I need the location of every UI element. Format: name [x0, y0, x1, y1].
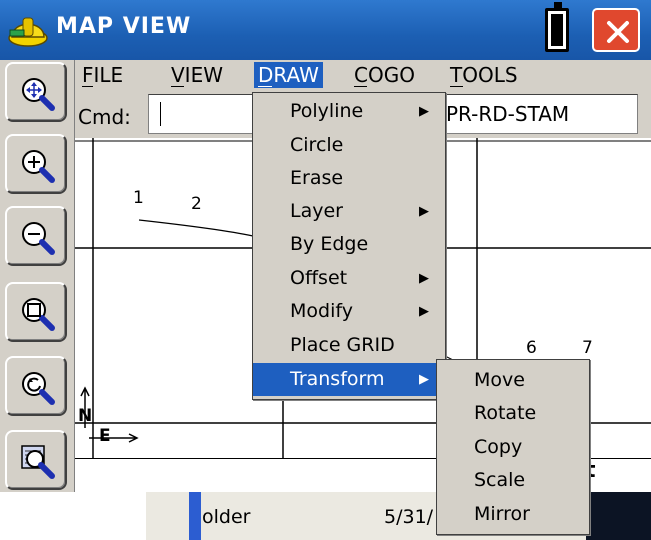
draw-menu-layer[interactable]: Layer ▶: [253, 195, 445, 228]
file-accelerator: [82, 86, 93, 87]
draw-menu-by-edge[interactable]: By Edge: [253, 228, 445, 261]
cmd-label: Cmd:: [78, 105, 131, 129]
draw-accelerator: [258, 86, 272, 87]
cmd-caret: [160, 102, 161, 126]
submenu-arrow-icon: ▶: [419, 104, 429, 119]
draw-menu-circle[interactable]: Circle: [253, 129, 445, 162]
cmd-value: PR-RD-STAM: [446, 102, 570, 126]
zoom-out-icon: [22, 222, 55, 255]
cogo-accelerator: [354, 86, 367, 87]
draw-menu-offset[interactable]: Offset ▶: [253, 262, 445, 295]
point-label: 6: [526, 338, 537, 358]
zoom-previous-icon: [22, 372, 55, 405]
view-accelerator: [171, 86, 184, 87]
tools-accelerator: [450, 86, 463, 87]
file-date-partial: 5/31/: [384, 506, 434, 528]
map-toolbar: [0, 60, 75, 492]
submenu-arrow-icon: ▶: [419, 304, 429, 319]
close-button[interactable]: [592, 8, 640, 52]
zoom-extents-button[interactable]: [5, 62, 67, 122]
draw-menu-transform[interactable]: Transform ▶: [253, 363, 445, 396]
point-label: 7: [582, 338, 593, 358]
window-title: MAP VIEW: [56, 14, 192, 39]
menu-view[interactable]: VIEW: [167, 62, 227, 88]
submenu-arrow-icon: ▶: [419, 204, 429, 219]
zoom-in-button[interactable]: [5, 134, 67, 194]
draw-menu-erase[interactable]: Erase: [253, 162, 445, 195]
submenu-arrow-icon: ▶: [419, 372, 429, 387]
zoom-in-icon: [22, 150, 55, 183]
zoom-layer-icon: [21, 445, 55, 479]
draw-menu-modify[interactable]: Modify ▶: [253, 295, 445, 328]
zoom-layer-button[interactable]: [5, 430, 67, 490]
zoom-previous-button[interactable]: [5, 356, 67, 416]
submenu-arrow-icon: ▶: [419, 271, 429, 286]
desktop-background: [0, 492, 146, 540]
file-name-partial: older: [202, 506, 251, 528]
zoom-window-button[interactable]: [5, 282, 67, 342]
hardhat-icon[interactable]: [6, 8, 50, 52]
menu-tools[interactable]: TOOLS: [446, 62, 522, 88]
draw-menu-polyline[interactable]: Polyline ▶: [253, 95, 445, 128]
east-arrow-label: E: [99, 426, 111, 446]
battery-icon: [545, 2, 569, 52]
menu-draw[interactable]: DRAW: [254, 62, 323, 88]
file-list-selection-bar: [189, 492, 201, 540]
transform-scale[interactable]: Scale: [437, 464, 589, 497]
close-icon: [607, 21, 629, 43]
transform-submenu: Move Rotate Copy Scale Mirror: [436, 359, 590, 535]
transform-rotate[interactable]: Rotate: [437, 397, 589, 430]
draw-menu-place-grid[interactable]: Place GRID: [253, 329, 445, 362]
transform-mirror[interactable]: Mirror: [437, 498, 589, 531]
point-label: 2: [191, 194, 202, 214]
zoom-window-icon: [22, 298, 55, 331]
transform-move[interactable]: Move: [437, 364, 589, 397]
transform-copy[interactable]: Copy: [437, 431, 589, 464]
draw-menu: Polyline ▶ Circle Erase Layer ▶ By Edge Of…: [252, 92, 446, 400]
north-arrow-label: N: [78, 406, 93, 426]
desktop-wallpaper: [586, 492, 651, 540]
menu-file[interactable]: FILE: [78, 62, 127, 88]
zoom-out-button[interactable]: [5, 206, 67, 266]
menu-cogo[interactable]: COGO: [350, 62, 419, 88]
zoom-extents-icon: [22, 78, 55, 111]
point-label: 1: [133, 188, 144, 208]
